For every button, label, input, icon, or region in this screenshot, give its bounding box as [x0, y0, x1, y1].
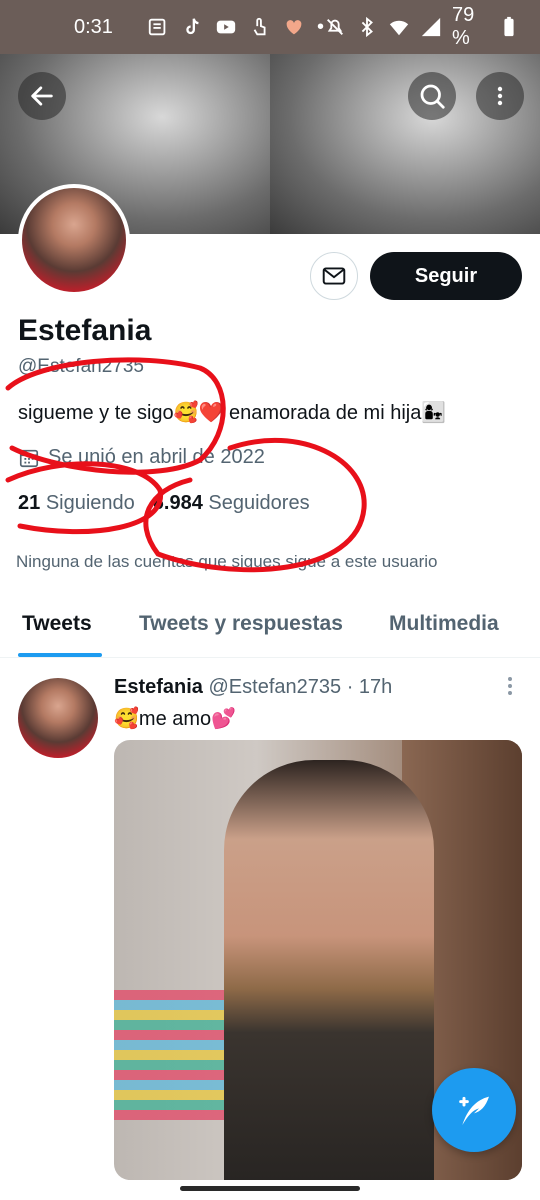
following-count: 21 [18, 492, 41, 514]
heart-app-icon [283, 16, 305, 38]
followers-count: 6.984 [152, 492, 203, 514]
tweet-text: 🥰me amo💕 [114, 708, 237, 730]
more-vertical-icon [497, 86, 503, 106]
tiktok-icon [181, 16, 203, 38]
status-bar: 0:31 • 79 % [0, 0, 540, 54]
follow-stats: 21 Siguiendo 6.984 Seguidores [18, 492, 310, 515]
compose-tweet-button[interactable] [432, 1068, 516, 1152]
compose-tweet-icon [459, 1096, 489, 1125]
calendar-icon [19, 449, 39, 467]
active-tab-indicator [18, 653, 102, 657]
tweet-author[interactable]: Estefania [114, 676, 203, 698]
status-time: 0:31 [74, 15, 113, 38]
youtube-icon [215, 16, 237, 38]
battery-percent: 79 % [451, 4, 475, 49]
tweet-avatar[interactable] [18, 678, 98, 758]
tweet-time[interactable]: 17h [359, 676, 392, 698]
home-indicator[interactable] [180, 1186, 360, 1191]
follow-button[interactable]: Seguir [370, 252, 522, 300]
following-label: Siguiendo [45, 492, 135, 514]
profile-name: Estefania [18, 314, 152, 347]
tab-tweets-replies[interactable]: Tweets y respuestas [139, 612, 343, 636]
photo-person [224, 760, 434, 1180]
tab-media[interactable]: Multimedia [389, 612, 499, 636]
mute-icon [324, 16, 346, 38]
more-notifications-dot: • [316, 15, 324, 38]
back-arrow-icon [31, 86, 53, 106]
following-link[interactable]: 21 Siguiendo [18, 492, 135, 514]
profile-bio: sigueme y te sigo🥰❤️ enamorada de mi hij… [18, 402, 447, 424]
profile-tabs: Tweets Tweets y respuestas Multimedia [0, 600, 540, 658]
bluetooth-icon [356, 16, 378, 38]
followers-label: Seguidores [208, 492, 310, 514]
touch-icon [249, 16, 271, 38]
joined-text: Se unió en abril de 2022 [48, 446, 265, 468]
profile-avatar[interactable] [18, 184, 130, 296]
back-button[interactable] [18, 72, 66, 120]
joined-date: Se unió en abril de 2022 [18, 446, 265, 469]
signal-icon [420, 16, 442, 38]
news-icon [147, 16, 169, 38]
search-button[interactable] [408, 72, 456, 120]
battery-icon [498, 16, 520, 38]
tweet-dot: · [346, 676, 354, 698]
tweet-header: Estefania @Estefan2735 · 17h [114, 676, 392, 699]
profile-handle: @Estefan2735 [18, 356, 144, 377]
followers-link[interactable]: 6.984 Seguidores [153, 492, 310, 514]
tweet-handle: @Estefan2735 [208, 676, 342, 698]
mail-icon [322, 267, 346, 285]
more-options-button[interactable] [476, 72, 524, 120]
wifi-icon [388, 16, 410, 38]
tab-tweets[interactable]: Tweets [22, 612, 92, 636]
more-vertical-icon [508, 677, 512, 695]
search-icon [420, 84, 445, 109]
message-button[interactable] [310, 252, 358, 300]
mutual-followers-note: Ninguna de las cuentas que sigues sigue … [16, 552, 438, 571]
tweet-more-button[interactable] [500, 674, 520, 698]
